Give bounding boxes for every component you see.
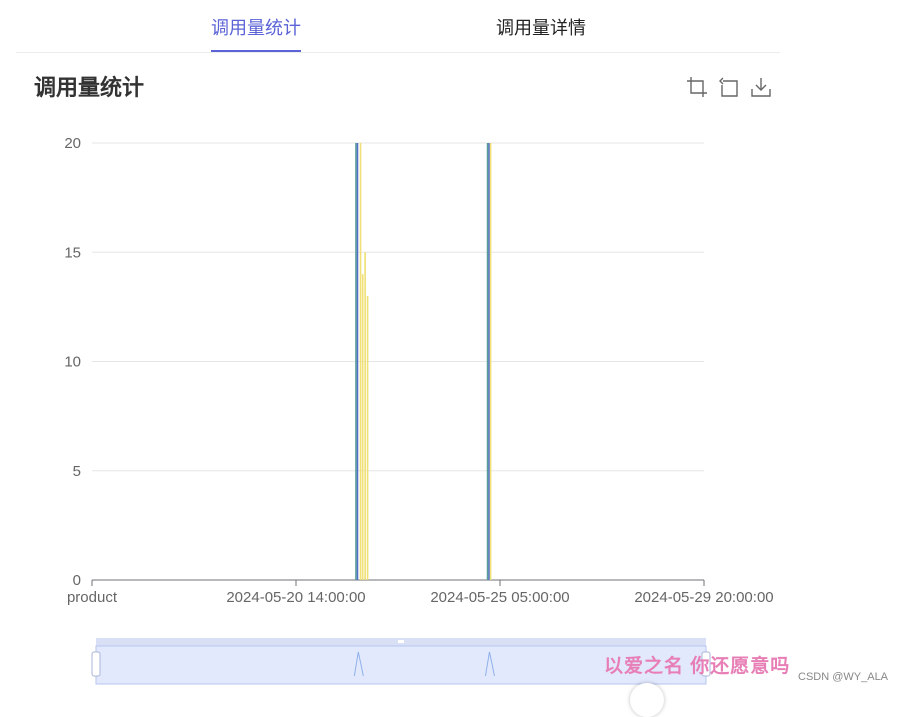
bar[interactable]	[364, 252, 366, 580]
page-title: 调用量统计	[34, 75, 145, 100]
bar[interactable]	[488, 143, 490, 580]
credit-text: CSDN @WY_ALA	[798, 671, 889, 683]
zoom-reset-icon[interactable]	[718, 76, 740, 98]
usage-chart: 0 5 10 15 20 product 2024-05-20 14:00:00 2024-0…	[64, 135, 774, 685]
y-tick-label: 0	[73, 572, 81, 589]
tab-usage-statistics[interactable]: 调用量统计	[211, 14, 301, 52]
bar[interactable]	[366, 295, 369, 580]
y-tick-label: 5	[73, 463, 81, 480]
download-icon[interactable]	[750, 76, 772, 98]
bar[interactable]	[489, 143, 492, 580]
slider-preview-spike	[353, 651, 364, 677]
slider-top-bar	[96, 638, 706, 646]
zoom-select-icon[interactable]	[686, 76, 708, 98]
slider-grip[interactable]	[398, 640, 404, 643]
x-tick-label: product	[67, 589, 118, 606]
slider-handle[interactable]	[91, 651, 101, 677]
y-tick-label: 10	[64, 354, 81, 371]
bar[interactable]	[361, 274, 364, 580]
x-tick-label: 2024-05-29 20:00:00	[634, 589, 773, 606]
x-tick-label: 2024-05-25 05:00:00	[430, 589, 569, 606]
watermark-text: 以爱之名 你还愿意吗	[604, 656, 791, 677]
chart-toolbox	[686, 76, 772, 98]
bar[interactable]	[486, 143, 489, 580]
bar[interactable]	[359, 143, 362, 580]
bar[interactable]	[356, 143, 359, 580]
tab-usage-details[interactable]: 调用量详情	[496, 14, 586, 52]
floating-button[interactable]	[630, 683, 664, 717]
tab-bar: 调用量统计 调用量详情	[16, 0, 780, 53]
slider-preview-spike	[484, 651, 495, 677]
x-tick-label: 2024-05-20 14:00:00	[226, 589, 365, 606]
y-tick-label: 15	[64, 244, 81, 261]
bar[interactable]	[355, 143, 357, 580]
y-tick-label: 20	[64, 135, 81, 152]
